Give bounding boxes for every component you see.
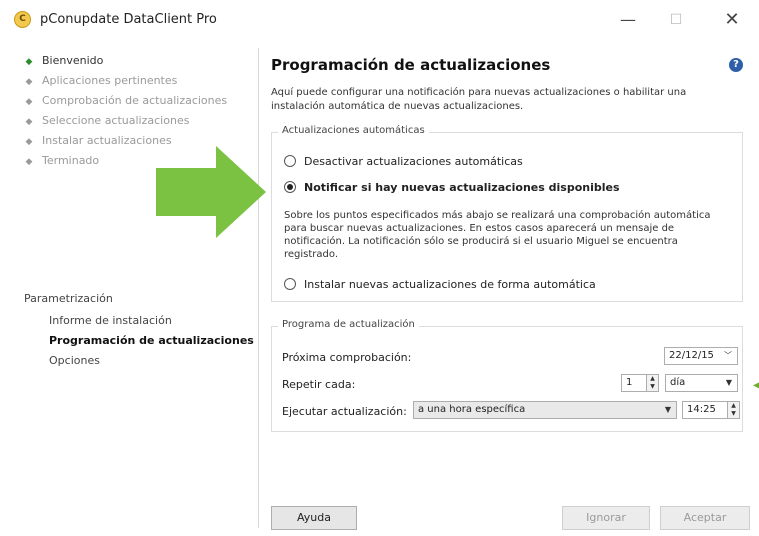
radio-notify-updates[interactable]: Notificar si hay nuevas actualizaciones … [284,181,620,194]
sidebar-step-comprobacion: ◆ Comprobación de actualizaciones [24,94,228,110]
spinner-arrows-icon[interactable]: ▲ ▼ [727,402,739,418]
radio-button[interactable] [284,278,296,290]
step-diamond-icon: ◆ [25,157,33,167]
sidebar-step-instalar: ◆ Instalar actualizaciones [24,134,172,150]
radio-install-auto[interactable]: Instalar nuevas actualizaciones de forma… [284,278,596,291]
run-update-label: Ejecutar actualización: [282,405,407,418]
chevron-down-icon: ﹀ [724,351,732,360]
sidebar-step-aplicaciones: ◆ Aplicaciones pertinentes [24,74,178,90]
accept-button[interactable]: Aceptar [660,506,750,530]
sidebar-step-terminado: ◆ Terminado [24,154,100,170]
radio-disable-updates[interactable]: Desactivar actualizaciones automáticas [284,155,523,168]
next-check-date-picker[interactable]: 22/12/15 ﹀ [664,347,738,365]
select-value: a una hora específica [418,404,526,415]
notify-description: Sobre los puntos especificados más abajo… [284,210,711,260]
app-logo-icon: C [14,11,31,28]
sidebar-item-programacion[interactable]: Programación de actualizaciones [49,334,254,347]
schedule-group: Programa de actualización Próxima compro… [271,319,743,432]
sidebar-divider [258,48,259,528]
group-legend: Actualizaciones automáticas [278,125,429,136]
green-arrow-icon [156,146,266,238]
dropdown-arrow-icon: ▼ [725,378,732,387]
sidebar-step-label: Instalar actualizaciones [42,134,172,147]
step-diamond-icon: ◆ [25,137,33,147]
step-diamond-icon: ◆ [25,97,33,107]
radio-button-selected[interactable] [284,181,296,193]
sidebar-step-label: Terminado [42,154,100,167]
step-diamond-icon: ◆ [25,77,33,87]
page-title: Programación de actualizaciones [271,56,551,74]
close-button[interactable]: ✕ [712,6,752,34]
run-mode-select[interactable]: a una hora específica ▼ [413,401,677,419]
radio-label: Notificar si hay nuevas actualizaciones … [304,181,620,194]
radio-label: Desactivar actualizaciones automáticas [304,155,523,168]
sidebar-step-label: Bienvenido [42,54,104,67]
repeat-stepper[interactable]: 1 ▲ ▼ [621,374,659,392]
spinner-arrows-icon[interactable]: ▲ ▼ [646,375,658,391]
radio-label: Instalar nuevas actualizaciones de forma… [304,278,596,291]
group-legend: Programa de actualización [278,319,419,330]
help-button[interactable]: Ayuda [271,506,357,530]
minimize-button[interactable]: — [608,6,648,34]
sidebar-step-seleccione: ◆ Seleccione actualizaciones [24,114,190,130]
maximize-button[interactable]: ☐ [656,6,696,34]
sidebar-step-label: Comprobación de actualizaciones [42,94,228,107]
repeat-unit-select[interactable]: día ▼ [665,374,738,392]
date-value: 22/12/15 [669,350,714,361]
select-value: día [670,377,686,388]
page-description: Aquí puede configurar una notificación p… [271,87,687,112]
edge-arrow-fragment-icon: ◀ [753,380,759,391]
current-step-diamond-icon: ◆ [25,57,33,67]
window-title: pConupdate DataClient Pro [40,12,217,27]
run-time-stepper[interactable]: 14:25 ▲ ▼ [682,401,740,419]
radio-button[interactable] [284,155,296,167]
sidebar: ◆ Bienvenido ◆ Aplicaciones pertinentes ◆ C… [14,48,258,528]
time-value: 14:25 [687,404,716,415]
next-check-label: Próxima comprobación: [282,351,412,364]
step-diamond-icon: ◆ [25,117,33,127]
stepper-value: 1 [626,377,633,388]
sidebar-step-label: Aplicaciones pertinentes [42,74,178,87]
sidebar-item-informe[interactable]: Informe de instalación [49,314,172,327]
sidebar-item-opciones[interactable]: Opciones [49,354,100,367]
title-bar: C pConupdate DataClient Pro — ☐ ✕ [0,0,759,40]
sidebar-step-label: Seleccione actualizaciones [42,114,190,127]
help-icon[interactable]: ? [729,58,743,72]
param-section-header: Parametrización [24,292,113,305]
dropdown-arrow-icon: ▼ [664,405,671,414]
repeat-label: Repetir cada: [282,378,356,391]
ignore-button[interactable]: Ignorar [562,506,650,530]
auto-updates-group: Actualizaciones automáticas Desactivar a… [271,125,743,302]
sidebar-step-bienvenido[interactable]: ◆ Bienvenido [24,54,104,70]
